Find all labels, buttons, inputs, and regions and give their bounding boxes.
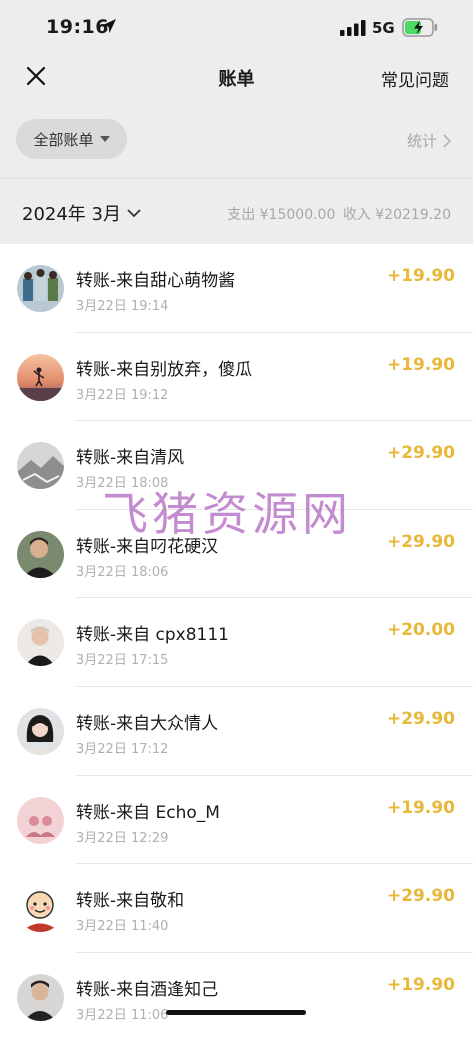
man-portrait-icon (17, 530, 64, 578)
filter-label: 全部账单 (33, 130, 94, 149)
transaction-title: 转账-来自敬和 (76, 891, 185, 912)
transaction-amount: +19.90 (386, 974, 455, 995)
transaction-amount: +19.90 (386, 266, 455, 286)
month-label: 2024年 3月 (22, 204, 121, 225)
month-selector[interactable]: 2024年 3月 (22, 200, 141, 226)
caret-down-icon (99, 136, 110, 142)
home-indicator (166, 1010, 306, 1015)
sunset-silhouette-icon (17, 353, 64, 401)
transaction-amount: +19.90 (386, 797, 455, 818)
list-item[interactable]: 转账-来自叼花硬汉 3月22日 18:06 +29.90 (0, 510, 473, 599)
transaction-list: 转账-来自甜心萌物酱 3月22日 19:14 +19.90 转账-来自别放弃，傻… (0, 244, 473, 1041)
transaction-amount: +29.90 (386, 708, 455, 729)
list-item[interactable]: 转账-来自别放弃，傻瓜 3月22日 19:12 +19.90 (0, 333, 473, 422)
status-bar: 19:16 5G (0, 0, 473, 56)
transaction-date: 3月22日 19:14 (76, 299, 169, 314)
transaction-title: 转账-来自甜心萌物酱 (76, 271, 236, 291)
pink-couple-icon (17, 796, 64, 844)
nav-bar: 账单 常见问题 (0, 56, 473, 98)
cartoon-character-icon (17, 885, 64, 933)
transaction-title: 转账-来自清风 (76, 448, 185, 469)
signal-icon (340, 20, 366, 36)
income-total: 收入 ¥20219.20 (342, 207, 451, 223)
stats-link[interactable]: 统计 (407, 130, 451, 151)
man-dark-icon (17, 973, 64, 1021)
expense-total: 支出 ¥15000.00 (227, 207, 336, 223)
transaction-date: 3月22日 18:08 (76, 476, 169, 492)
location-arrow-icon (102, 19, 116, 33)
group-photo-icon (17, 265, 64, 312)
list-item[interactable]: 转账-来自大众情人 3月22日 17:12 +29.90 (0, 687, 473, 776)
transaction-date: 3月22日 19:12 (76, 387, 169, 403)
transaction-date: 3月22日 17:12 (76, 741, 169, 757)
list-item[interactable]: 转账-来自敬和 3月22日 11:40 +29.90 (0, 864, 473, 953)
transaction-amount: +29.90 (386, 886, 455, 907)
transaction-title: 转账-来自叼花硬汉 (76, 536, 219, 557)
transaction-date: 3月22日 11:06 (76, 1007, 169, 1023)
transaction-title: 转账-来自酒逢知己 (76, 979, 219, 1000)
list-item[interactable]: 转账-来自 cpx8111 3月22日 17:15 +20.00 (0, 598, 473, 687)
transaction-amount: +19.90 (386, 354, 455, 375)
chevron-down-icon (127, 208, 141, 217)
transaction-title: 转账-来自 Echo_M (76, 802, 220, 823)
list-item[interactable]: 转账-来自 Echo_M 3月22日 12:29 +19.90 (0, 776, 473, 865)
transaction-date: 3月22日 17:15 (76, 653, 169, 669)
list-item[interactable]: 转账-来自酒逢知己 3月22日 11:06 +19.90 (0, 953, 473, 1041)
network-label: 5G (372, 19, 395, 37)
chevron-right-icon (443, 133, 451, 148)
transaction-date: 3月22日 18:06 (76, 564, 169, 580)
transaction-amount: +29.90 (386, 531, 455, 552)
list-item[interactable]: 转账-来自甜心萌物酱 3月22日 19:14 +19.90 (0, 244, 473, 333)
stats-label: 统计 (406, 132, 437, 150)
divider (0, 178, 473, 179)
bill-filter-button[interactable]: 全部账单 (16, 119, 127, 159)
faq-link[interactable]: 常见问题 (381, 66, 449, 91)
transaction-title: 转账-来自别放弃，傻瓜 (76, 359, 253, 380)
list-item[interactable]: 转账-来自清风 3月22日 18:08 +29.90 (0, 421, 473, 510)
woman-portrait-icon (17, 707, 64, 755)
battery-charging-icon (402, 18, 437, 37)
transaction-date: 3月22日 11:40 (76, 919, 169, 935)
man-blond-icon (17, 619, 64, 667)
month-summary: 支出 ¥15000.00 收入 ¥20219.20 (224, 204, 451, 224)
transaction-title: 转账-来自大众情人 (76, 713, 219, 734)
transaction-title: 转账-来自 cpx8111 (76, 625, 229, 646)
gray-landscape-icon (17, 442, 64, 490)
transaction-amount: +20.00 (386, 620, 455, 641)
transaction-date: 3月22日 12:29 (76, 830, 169, 846)
transaction-amount: +29.90 (386, 443, 455, 464)
